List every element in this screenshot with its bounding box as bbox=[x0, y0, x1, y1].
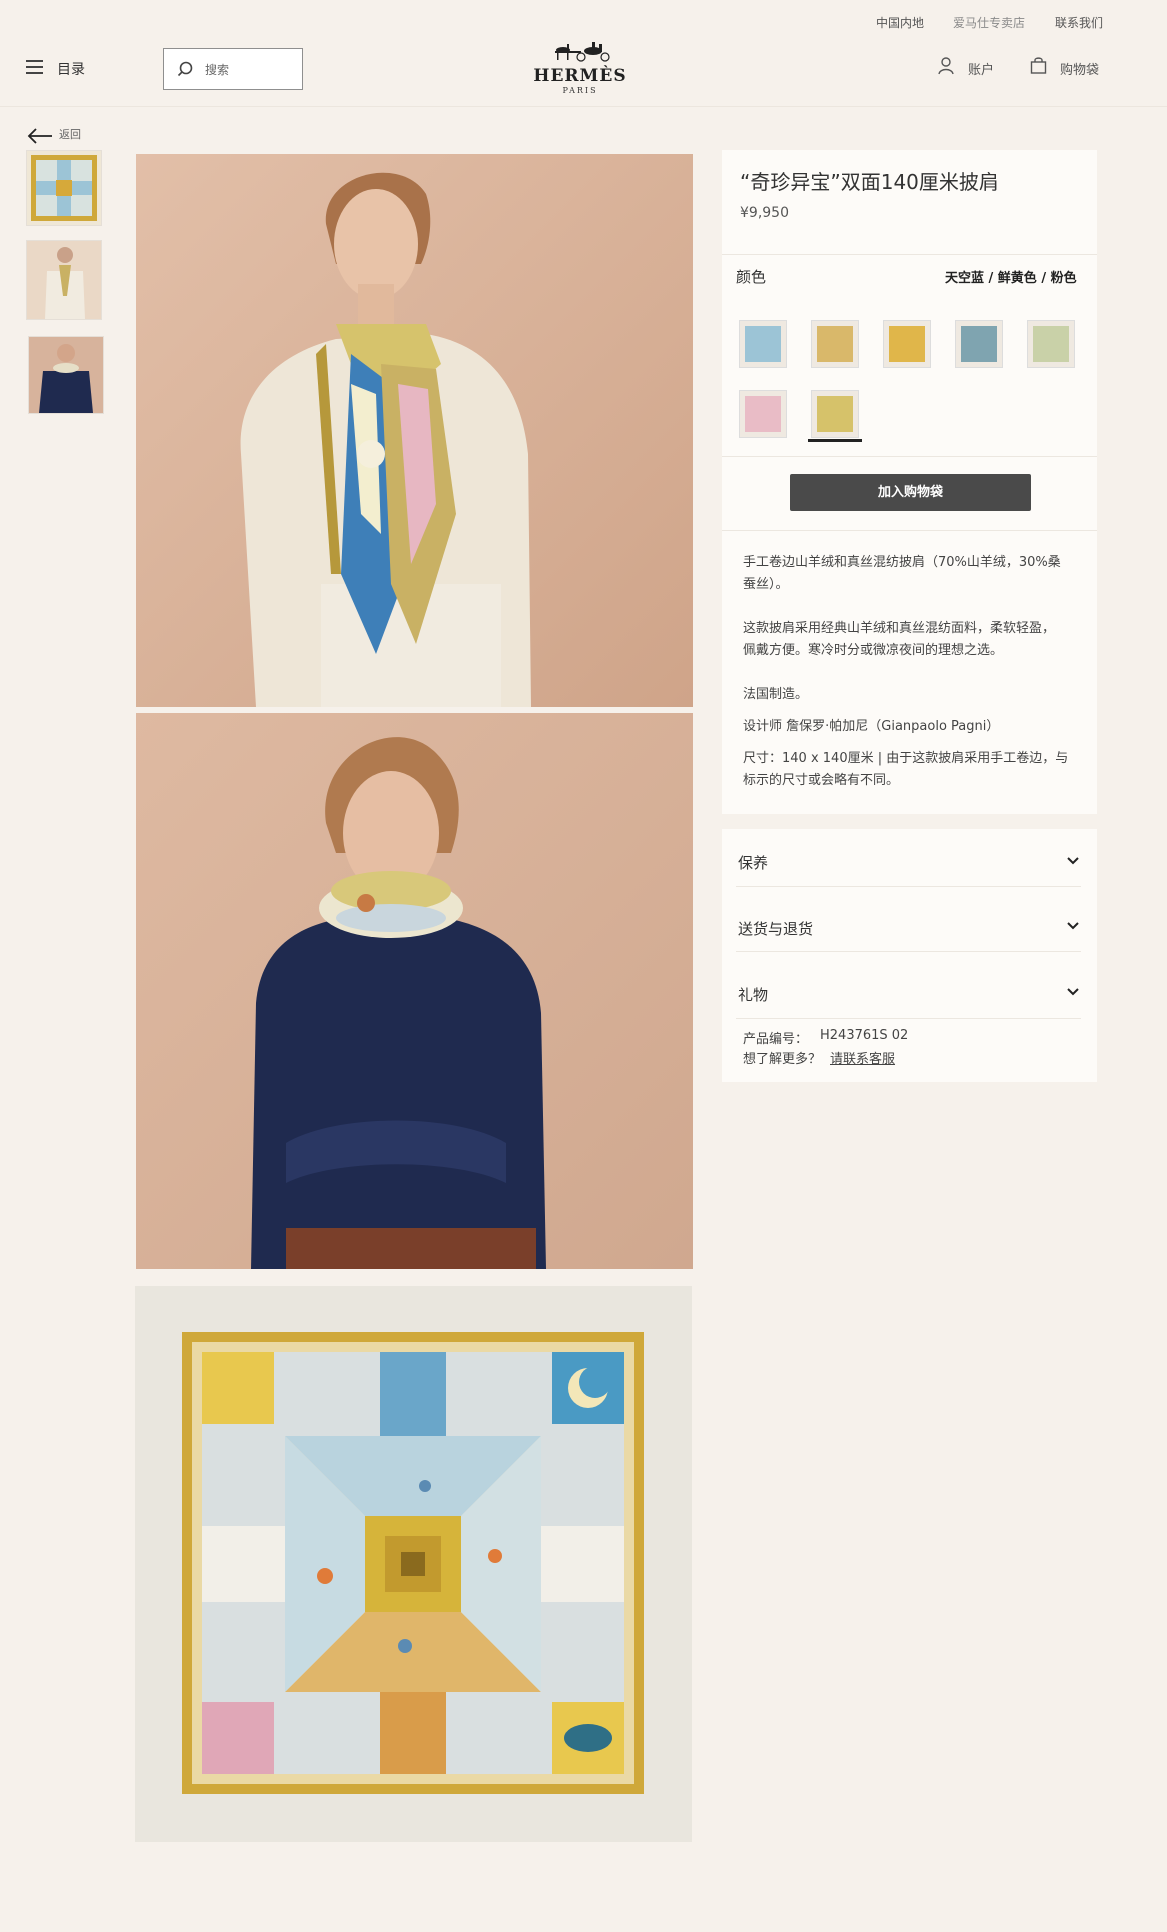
accordion-panel: 保养 送货与退货 礼物 产品编号： H243761S 02 想了解更多？ 请联系… bbox=[722, 829, 1097, 1082]
sku-label: 产品编号： bbox=[743, 1032, 809, 1047]
product-photo-sweater[interactable] bbox=[136, 713, 693, 1269]
product-photo-jacket[interactable] bbox=[136, 154, 693, 707]
color-swatch-6[interactable] bbox=[739, 390, 787, 438]
desc-size-line2: 标示的尺寸或会略有不同。 bbox=[743, 773, 900, 788]
contact-link[interactable]: 联系我们 bbox=[1055, 14, 1103, 31]
accordion-delivery[interactable]: 送货与退货 bbox=[722, 887, 1097, 953]
thumbnail-scarf-image bbox=[31, 155, 97, 221]
desc-feature-line2: 佩戴方便。寒冷时分或微凉夜间的理想之选。 bbox=[743, 643, 1004, 658]
sku-value: H243761S 02 bbox=[820, 1028, 909, 1043]
photo-sweater-image bbox=[136, 713, 693, 1269]
shopping-bag-icon[interactable] bbox=[1030, 57, 1047, 74]
desc-feature-line1: 这款披肩采用经典山羊绒和真丝混纺面料，柔软轻盈， bbox=[743, 621, 1056, 636]
carriage-icon bbox=[555, 42, 610, 62]
search-input[interactable]: 搜索 bbox=[163, 48, 303, 90]
product-photo-scarf-flat[interactable] bbox=[135, 1286, 692, 1842]
back-arrow-icon[interactable] bbox=[27, 128, 53, 144]
thumbnail-scarf[interactable] bbox=[26, 150, 102, 226]
add-to-bag-button[interactable]: 加入购物袋 bbox=[790, 474, 1031, 511]
desc-size-line1: 尺寸：140 x 140厘米 | 由于这款披肩采用手工卷边，与 bbox=[743, 751, 1069, 766]
chevron-down-icon bbox=[1067, 857, 1079, 865]
header-divider bbox=[0, 106, 1167, 107]
store-link[interactable]: 爱马仕专卖店 bbox=[953, 14, 1025, 31]
region-link[interactable]: 中国内地 bbox=[876, 14, 924, 31]
color-swatch-1[interactable] bbox=[739, 320, 787, 368]
accordion-care[interactable]: 保养 bbox=[722, 829, 1097, 887]
search-placeholder: 搜索 bbox=[205, 63, 230, 77]
menu-label[interactable]: 目录 bbox=[57, 59, 85, 79]
logo-subtitle: PARIS bbox=[562, 86, 598, 95]
contact-service-link[interactable]: 请联系客服 bbox=[830, 1048, 895, 1067]
divider-button bbox=[722, 530, 1097, 531]
divider-gift bbox=[736, 1018, 1081, 1019]
color-swatch-2[interactable] bbox=[811, 320, 859, 368]
logo-wordmark: HERMÈS bbox=[533, 66, 627, 86]
product-price: ¥9,950 bbox=[740, 205, 789, 221]
selected-swatch-underline bbox=[808, 439, 862, 442]
product-description: 手工卷边山羊绒和真丝混纺披肩（70%山羊绒，30%桑 蚕丝）。 这款披肩采用经典… bbox=[743, 552, 1088, 792]
chevron-down-icon bbox=[1067, 988, 1079, 996]
divider-price bbox=[722, 254, 1097, 255]
chevron-down-icon bbox=[1067, 922, 1079, 930]
desc-material-line2: 蚕丝）。 bbox=[743, 577, 789, 592]
hermes-logo[interactable]: HERMÈS PARIS bbox=[530, 40, 630, 95]
divider-swatches bbox=[722, 456, 1097, 457]
product-title: “奇珍异宝”双面140厘米披肩 bbox=[740, 170, 999, 194]
thumbnail-model-sweater[interactable] bbox=[28, 336, 104, 414]
photo-scarf-flat-image bbox=[135, 1286, 692, 1842]
bag-link[interactable]: 购物袋 bbox=[1060, 59, 1099, 78]
search-icon bbox=[177, 61, 193, 77]
color-swatch-4[interactable] bbox=[955, 320, 1003, 368]
thumbnail-jacket-image bbox=[27, 241, 101, 319]
accordion-gift-label: 礼物 bbox=[738, 986, 769, 1004]
account-link[interactable]: 账户 bbox=[968, 59, 994, 78]
accordion-delivery-label: 送货与退货 bbox=[738, 920, 814, 938]
photo-jacket-image bbox=[136, 154, 693, 707]
desc-material-line1: 手工卷边山羊绒和真丝混纺披肩（70%山羊绒，30%桑 bbox=[743, 555, 1061, 570]
color-label: 颜色 bbox=[736, 268, 767, 286]
accordion-care-label: 保养 bbox=[738, 854, 769, 872]
selected-color-value: 天空蓝 / 鲜黄色 / 粉色 bbox=[945, 271, 1077, 286]
accordion-gift[interactable]: 礼物 bbox=[722, 953, 1097, 1019]
color-swatch-3[interactable] bbox=[883, 320, 931, 368]
desc-origin: 法国制造。 bbox=[743, 687, 809, 702]
divider-delivery bbox=[736, 951, 1081, 952]
color-swatch-5[interactable] bbox=[1027, 320, 1075, 368]
product-info-panel: “奇珍异宝”双面140厘米披肩 ¥9,950 颜色 天空蓝 / 鲜黄色 / 粉色… bbox=[722, 150, 1097, 814]
thumbnail-model-jacket[interactable] bbox=[26, 240, 102, 320]
desc-designer: 设计师 詹保罗·帕加尼（Gianpaolo Pagni） bbox=[743, 719, 1000, 734]
thumbnail-sweater-image bbox=[29, 337, 103, 413]
back-link[interactable]: 返回 bbox=[59, 126, 81, 142]
color-swatch-7-selected[interactable] bbox=[811, 390, 859, 438]
user-icon[interactable] bbox=[938, 57, 954, 75]
menu-icon[interactable] bbox=[26, 60, 43, 74]
more-info-label: 想了解更多？ bbox=[743, 1052, 822, 1067]
